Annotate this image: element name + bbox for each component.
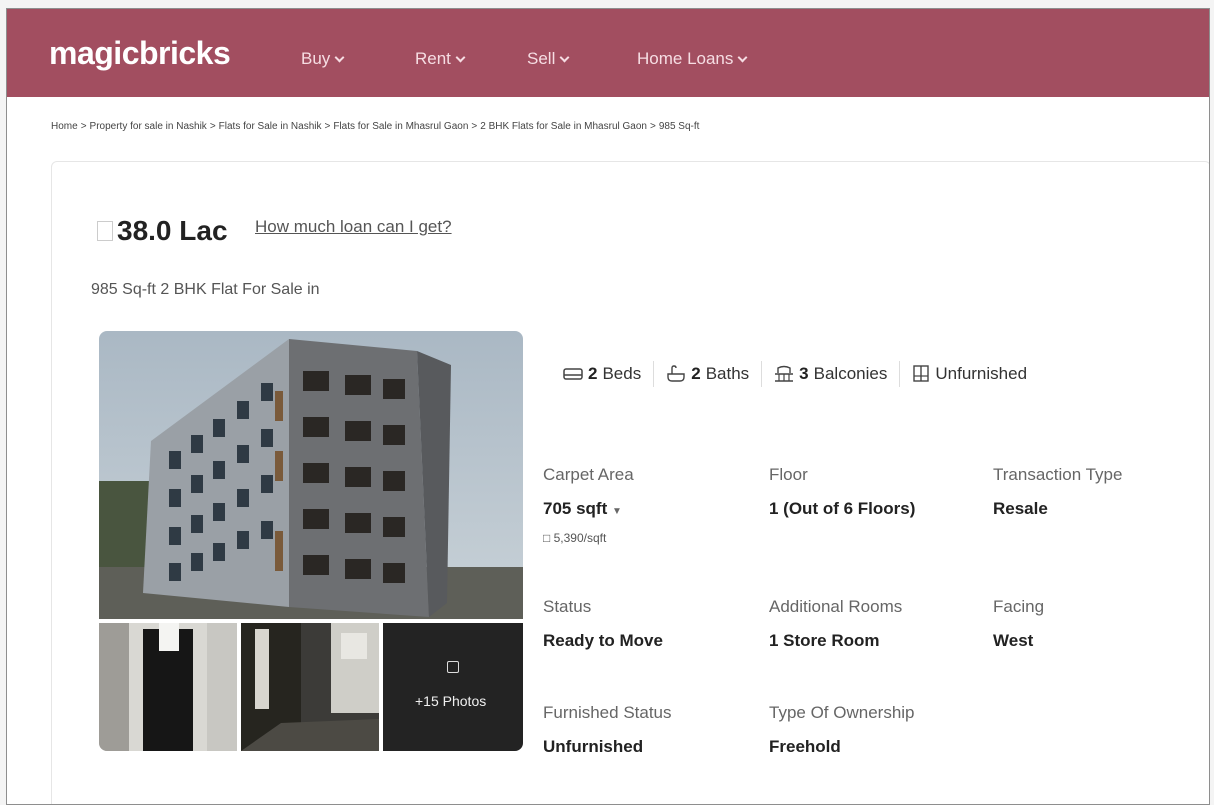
breadcrumb-link[interactable]: Flats for Sale in Nashik (219, 121, 322, 132)
beds-label: Beds (602, 364, 642, 383)
breadcrumb: Home > Property for sale in Nashik > Flats f… (51, 121, 699, 132)
thumbnail-photo-1[interactable] (99, 623, 237, 751)
top-nav-bar: magicbricks Buy Rent Sell Home Loans (7, 9, 1209, 97)
carpet-area-text: 705 sqft (543, 499, 608, 518)
floor-label: Floor (769, 465, 808, 484)
baths-summary: 2 Baths (654, 361, 763, 387)
breadcrumb-current: 985 Sq-ft (658, 121, 700, 132)
breadcrumb-separator: > (80, 121, 87, 132)
price-per-sqft: □ 5,390/sqft (543, 531, 606, 545)
furnished-status-value: Unfurnished (543, 737, 644, 756)
breadcrumb-separator: > (649, 121, 656, 132)
magicbricks-logo[interactable]: magicbricks (49, 35, 231, 72)
nav-item-sell[interactable]: Sell (527, 49, 570, 69)
main-property-photo[interactable] (99, 331, 523, 619)
chevron-down-icon (559, 52, 570, 62)
interior-photo-image (241, 623, 379, 751)
ownership-type-label: Type Of Ownership (769, 703, 915, 722)
chevron-down-icon (455, 52, 466, 62)
nav-item-label: Buy (301, 49, 331, 68)
breadcrumb-link[interactable]: Flats for Sale in Mhasrul Gaon (333, 121, 468, 132)
balconies-label: Balconies (813, 364, 888, 383)
listing-subtitle: 985 Sq-ft 2 BHK Flat For Sale in (91, 281, 320, 298)
gallery-icon (447, 661, 459, 673)
balcony-icon (775, 365, 794, 382)
breadcrumb-link[interactable]: Property for sale in Nashik (90, 121, 207, 132)
price-per-sqft-text: 5,390/sqft (553, 531, 607, 545)
beds-summary: 2 Beds (563, 361, 655, 387)
carpet-area-value[interactable]: 705 sqft ▼ (543, 499, 622, 519)
breadcrumb-link[interactable]: 2 BHK Flats for Sale in Mhasrul Gaon (480, 121, 647, 132)
page-frame: magicbricks Buy Rent Sell Home Loans Hom… (6, 8, 1210, 805)
amenities-row: 2 Beds 2 Baths 3 Balconies Unfurnished (563, 361, 1039, 387)
wardrobe-icon (913, 365, 930, 382)
bathtub-icon (667, 365, 685, 382)
interior-photo-image (99, 623, 237, 751)
balconies-count: 3 (799, 364, 809, 383)
baths-count: 2 (691, 364, 701, 383)
rupee-icon (97, 221, 113, 241)
bed-icon (563, 368, 583, 380)
thumbnail-photo-2[interactable] (241, 623, 379, 751)
facing-label: Facing (993, 597, 1045, 616)
nav-item-label: Home Loans (637, 49, 734, 68)
more-photos-tile[interactable] (383, 623, 523, 751)
listing-price: 38.0 Lac (117, 215, 228, 246)
transaction-type-label: Transaction Type (993, 465, 1123, 484)
caret-down-icon: ▼ (611, 506, 622, 517)
breadcrumb-separator: > (209, 121, 216, 132)
additional-rooms-value: 1 Store Room (769, 631, 880, 650)
ownership-type-value: Freehold (769, 737, 841, 756)
carpet-area-label: Carpet Area (543, 465, 634, 484)
more-photos-label[interactable]: +15 Photos (415, 693, 486, 709)
chevron-down-icon (334, 52, 345, 62)
breadcrumb-separator: > (324, 121, 331, 132)
beds-count: 2 (588, 364, 598, 383)
rupee-icon: □ (543, 531, 551, 545)
nav-item-buy[interactable]: Buy (301, 49, 345, 69)
additional-rooms-label: Additional Rooms (769, 597, 903, 616)
furnishing-label: Unfurnished (935, 364, 1028, 383)
nav-item-label: Sell (527, 49, 556, 68)
transaction-type-value: Resale (993, 499, 1048, 518)
balconies-summary: 3 Balconies (762, 361, 901, 387)
status-label: Status (543, 597, 592, 616)
facing-value: West (993, 631, 1034, 650)
building-photo-image (99, 331, 523, 619)
breadcrumb-separator: > (471, 121, 478, 132)
chevron-down-icon (737, 52, 748, 62)
floor-value: 1 (Out of 6 Floors) (769, 499, 916, 518)
status-value: Ready to Move (543, 631, 663, 650)
breadcrumb-link[interactable]: Home (51, 121, 78, 132)
nav-item-label: Rent (415, 49, 451, 68)
furnished-status-label: Furnished Status (543, 703, 672, 722)
baths-label: Baths (705, 364, 750, 383)
furnishing-summary: Unfurnished (900, 361, 1039, 387)
nav-item-rent[interactable]: Rent (415, 49, 466, 69)
loan-eligibility-link[interactable]: How much loan can I get? (255, 217, 452, 237)
nav-item-home-loans[interactable]: Home Loans (637, 49, 748, 69)
